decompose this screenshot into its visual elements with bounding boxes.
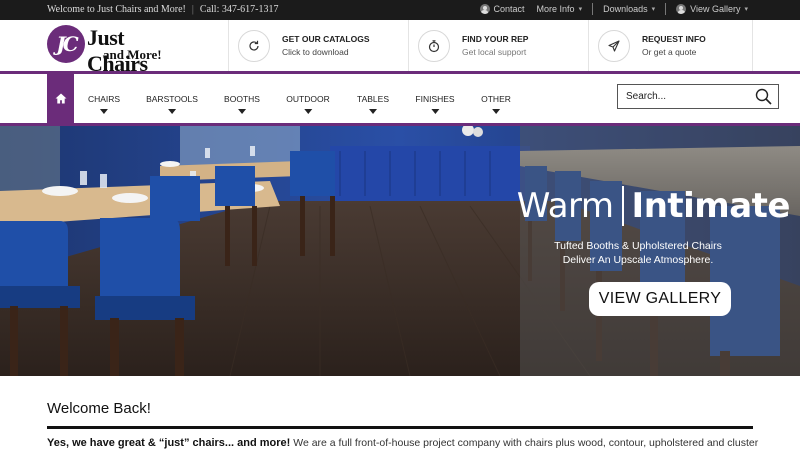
- nav-item-chairs[interactable]: CHAIRS: [88, 94, 120, 114]
- search-input[interactable]: [618, 85, 748, 108]
- more-info-label: More Info: [536, 4, 575, 14]
- more-info-dropdown[interactable]: More Info ▾: [531, 4, 589, 14]
- nav-item-tables[interactable]: TABLES: [357, 94, 389, 114]
- logo-line2: and More!: [103, 47, 162, 62]
- logo[interactable]: JC Just Chairs and More!: [47, 25, 187, 76]
- top-bar: Welcome to Just Chairs and More! | Call:…: [0, 0, 800, 20]
- refresh-icon: [238, 29, 270, 62]
- intro-text: We are a full front-of-house project com…: [290, 437, 759, 449]
- cta-subtitle: Or get a quote: [642, 47, 697, 57]
- home-icon: [55, 93, 66, 104]
- find-rep-cta[interactable]: FIND YOUR REP Get local support: [408, 20, 588, 71]
- cta-title: FIND YOUR REP: [462, 34, 529, 44]
- welcome-text: Welcome to Just Chairs and More!: [47, 4, 186, 15]
- hero-subtitle: Tufted Booths & Upholstered Chairs Deliv…: [538, 239, 738, 267]
- cta-title: GET OUR CATALOGS: [282, 34, 370, 44]
- logo-monogram: JC: [47, 25, 85, 63]
- nav-label: BARSTOOLS: [146, 94, 198, 104]
- nav-item-booths[interactable]: BOOTHS: [224, 94, 260, 114]
- send-icon: [598, 29, 630, 62]
- triangle-down-icon: [100, 109, 108, 114]
- triangle-down-icon: [168, 109, 176, 114]
- phone-number[interactable]: Call: 347-617-1317: [200, 4, 279, 15]
- person-icon: [676, 4, 687, 14]
- nav-item-other[interactable]: OTHER: [481, 94, 511, 114]
- divider: |: [191, 4, 194, 15]
- nav-label: CHAIRS: [87, 94, 121, 104]
- nav-item-outdoor[interactable]: OUTDOOR: [286, 94, 330, 114]
- divider: [47, 426, 753, 429]
- nav-item-barstools[interactable]: BARSTOOLS: [146, 94, 198, 114]
- divider: [592, 3, 594, 15]
- downloads-label: Downloads: [603, 4, 648, 14]
- cta-title: REQUEST INFO: [642, 34, 706, 44]
- person-icon: [479, 4, 490, 14]
- divider: [665, 3, 667, 15]
- hero-subtitle-line: Tufted Booths & Upholstered Chairs: [554, 240, 722, 252]
- intro-paragraph: Yes, we have great & “just” chairs... an…: [47, 437, 767, 449]
- nav-label: FINISHES: [415, 94, 455, 104]
- view-gallery-button[interactable]: VIEW GALLERY: [589, 282, 731, 316]
- home-button[interactable]: [47, 74, 74, 123]
- chevron-down-icon: ▾: [651, 6, 656, 13]
- search-box: [617, 84, 779, 109]
- nav-label: OTHER: [481, 94, 511, 104]
- hero-title-light: Warm: [516, 186, 614, 226]
- triangle-down-icon: [492, 109, 500, 114]
- main-nav: CHAIRS BARSTOOLS BOOTHS OUTDOOR TABLES F…: [0, 74, 800, 123]
- contact-label: Contact: [493, 4, 525, 14]
- stopwatch-icon: [418, 29, 450, 62]
- page-title: Welcome Back!: [47, 400, 151, 417]
- triangle-down-icon: [430, 109, 439, 114]
- view-gallery-dropdown[interactable]: View Gallery ▾: [670, 4, 754, 14]
- hero-title: Warm Intimate: [516, 186, 791, 226]
- chevron-down-icon: ▾: [744, 6, 748, 13]
- nav-label: TABLES: [357, 94, 389, 104]
- intro-bold: Yes, we have great & “just” chairs... an…: [47, 437, 291, 449]
- hero-banner: Warm Intimate Tufted Booths & Upholstere…: [0, 126, 800, 376]
- divider: [621, 186, 624, 226]
- cta-subtitle: Get local support: [462, 47, 527, 57]
- hero-subtitle-line: Deliver An Upscale Atmosphere.: [562, 254, 714, 266]
- nav-label: BOOTHS: [224, 94, 260, 104]
- view-gallery-label: View Gallery: [690, 4, 741, 14]
- catalogs-cta[interactable]: GET OUR CATALOGS Click to download: [228, 20, 408, 71]
- nav-label: OUTDOOR: [286, 94, 330, 104]
- triangle-down-icon: [303, 109, 312, 114]
- cta-subtitle: Click to download: [282, 47, 349, 57]
- downloads-dropdown[interactable]: Downloads ▾: [597, 4, 661, 14]
- nav-item-finishes[interactable]: FINISHES: [415, 94, 455, 114]
- chevron-down-icon: ▾: [578, 6, 583, 13]
- site-header: JC Just Chairs and More! GET OUR CATALOG…: [0, 20, 800, 76]
- request-info-cta[interactable]: REQUEST INFO Or get a quote: [588, 20, 753, 71]
- search-icon[interactable]: [755, 88, 772, 110]
- hero-title-bold: Intimate: [631, 186, 791, 226]
- contact-link[interactable]: Contact: [474, 4, 531, 14]
- triangle-down-icon: [369, 109, 377, 114]
- triangle-down-icon: [238, 109, 246, 114]
